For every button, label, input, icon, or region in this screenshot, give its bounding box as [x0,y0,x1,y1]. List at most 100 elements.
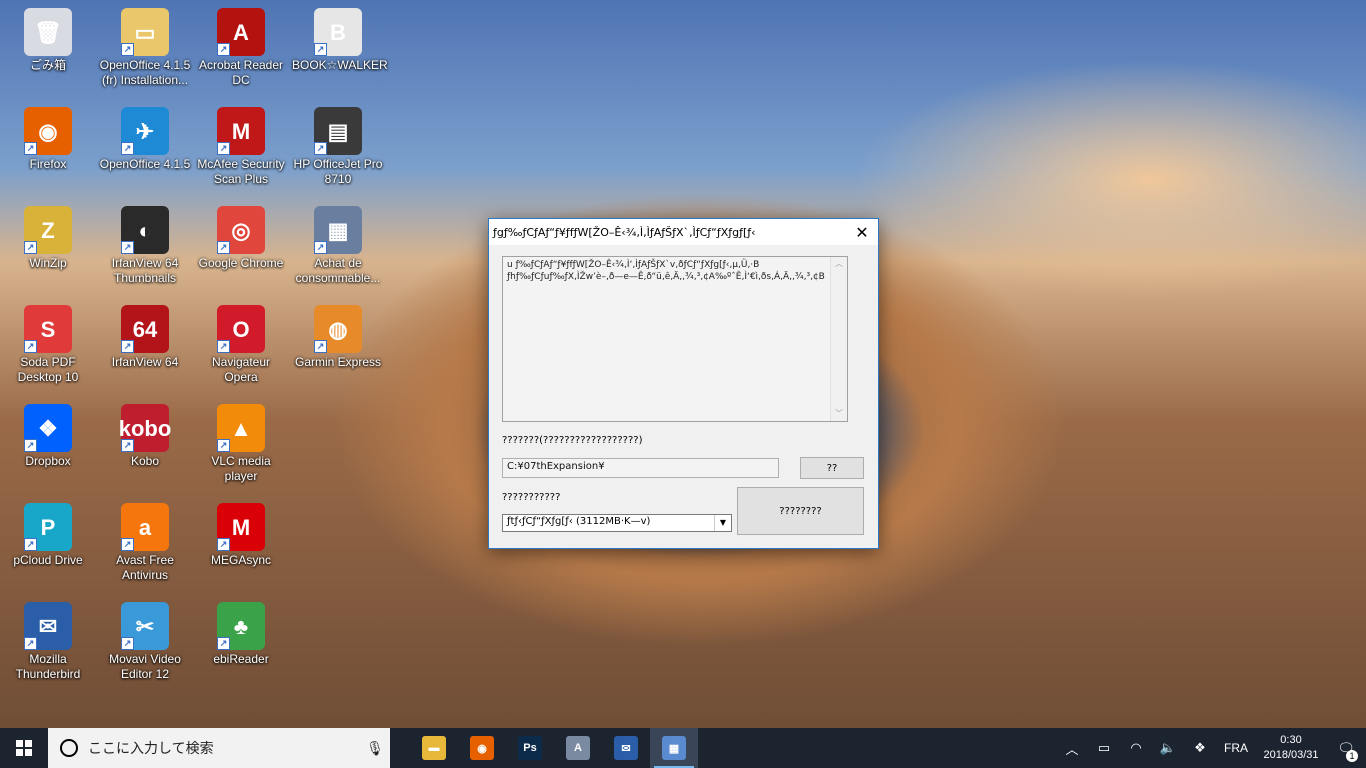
desktop-icon-label: Kobo [130,454,160,468]
desktop-icon[interactable]: M ↗ McAfee Security Scan Plus [195,107,287,187]
shortcut-arrow-icon: ↗ [24,439,37,452]
desktop-icon-label: ebiReader [213,652,269,666]
clock[interactable]: 0:30 2018/03/31 [1256,733,1326,763]
desktop-icon[interactable]: 🗑 ごみ箱 [2,8,94,73]
shortcut-arrow-icon: ↗ [217,538,230,551]
app-icon: ▦ ↗ [314,206,362,254]
shortcut-arrow-icon: ↗ [314,43,327,56]
app-icon: 64 ↗ [121,305,169,353]
desktop-icon[interactable]: ▲ ↗ VLC media player [195,404,287,484]
shortcut-arrow-icon: ↗ [217,142,230,155]
chevron-down-icon[interactable]: ▼ [714,515,731,531]
desktop-icon-label: Firefox [29,157,67,171]
desktop-icon[interactable]: ◐ ↗ IrfanView 64 Thumbnails [99,206,191,286]
message-box[interactable]: u ƒ‰ƒCƒAƒ“ƒ¥ƒfƒW[ŽO–Ê‹¾‚Ì‘‚ÌƒAƒŠƒX`v‚ðƒC… [502,256,848,422]
shortcut-arrow-icon: ↗ [121,241,134,254]
app-icon: ▤ ↗ [314,107,362,155]
desktop-icon[interactable]: ♣ ↗ ebiReader [195,602,287,667]
desktop-icon-label: OpenOffice 4.1.5 [99,157,191,171]
app-icon: ❖ ↗ [24,404,72,452]
desktop-icon[interactable]: M ↗ MEGAsync [195,503,287,568]
desktop-icon[interactable]: ▦ ↗ Achat de consommable... [292,206,384,286]
app-icon: ◎ ↗ [217,206,265,254]
taskbar-app-acrobat[interactable]: A [554,728,602,768]
desktop-icon[interactable]: A ↗ Acrobat Reader DC [195,8,287,88]
shortcut-arrow-icon: ↗ [121,142,134,155]
desktop-icon[interactable]: ❖ ↗ Dropbox [2,404,94,469]
desktop-icon-label: WinZip [29,256,67,270]
desktop-icon[interactable]: O ↗ Navigateur Opera [195,305,287,385]
shortcut-arrow-icon: ↗ [314,241,327,254]
app-icon: B ↗ [314,8,362,56]
app-icon: ◍ ↗ [314,305,362,353]
firefox-icon: ◉ [470,736,494,760]
desktop-icon[interactable]: ◎ ↗ Google Chrome [195,206,287,271]
desktop-icon-label: IrfanView 64 [111,355,179,369]
desktop-icon-label: Navigateur Opera [211,355,271,384]
desktop-icon-label: ごみ箱 [29,58,66,72]
taskbar-app-installer[interactable]: ▦ [650,728,698,768]
desktop-icon[interactable]: a ↗ Avast Free Antivirus [99,503,191,583]
start-button[interactable] [0,728,48,768]
taskbar-app-photoshop[interactable]: Ps [506,728,554,768]
language-indicator[interactable]: FRA [1216,741,1256,755]
microphone-icon[interactable]: 🎙 [360,740,390,757]
message-scrollbar[interactable]: ︿ ﹀ [830,257,847,421]
app-icon: M ↗ [217,107,265,155]
taskbar-search[interactable]: ここに入力して検索 🎙 [48,728,390,768]
app-icon: ✉ ↗ [24,602,72,650]
install-type-select[interactable]: ƒtƒ‹ƒCƒ“ƒXƒg[ƒ‹ (3112MB·K—v) ▼ [502,514,732,532]
desktop-icon[interactable]: ▭ ↗ OpenOffice 4.1.5 (fr) Installation... [99,8,191,88]
shortcut-arrow-icon: ↗ [314,340,327,353]
app-icon: ✈ ↗ [121,107,169,155]
dropbox-tray-icon[interactable]: ❖ [1184,740,1216,756]
desktop-icon[interactable]: ▤ ↗ HP OfficeJet Pro 8710 [292,107,384,187]
shortcut-arrow-icon: ↗ [24,340,37,353]
desktop-icon[interactable]: 64 ↗ IrfanView 64 [99,305,191,370]
shortcut-arrow-icon: ↗ [121,439,134,452]
notification-count: 1 [1346,749,1358,762]
wifi-icon[interactable]: ◠ [1120,740,1152,756]
desktop-icon[interactable]: ✈ ↗ OpenOffice 4.1.5 [99,107,191,172]
app-icon: O ↗ [217,305,265,353]
desktop-icon-label: MEGAsync [210,553,271,567]
desktop-icon-label: pCloud Drive [13,553,83,567]
chevron-up-icon[interactable]: ︿ [1056,739,1088,758]
desktop-icon[interactable]: P ↗ pCloud Drive [2,503,94,568]
install-button[interactable]: ???????? [737,487,864,535]
installer-icon: ▦ [662,736,686,760]
desktop-icon[interactable]: ◉ ↗ Firefox [2,107,94,172]
desktop-icon[interactable]: S ↗ Soda PDF Desktop 10 [2,305,94,385]
desktop-icon-label: BOOK☆WALKER [292,58,388,72]
desktop-icon-label: HP OfficeJet Pro 8710 [293,157,383,186]
install-type-value: ƒtƒ‹ƒCƒ“ƒXƒg[ƒ‹ (3112MB·K—v) [507,516,651,527]
scroll-up-icon[interactable]: ︿ [831,257,847,271]
taskbar-app-file-explorer[interactable]: ▬ [410,728,458,768]
battery-icon[interactable]: ▭ [1088,740,1120,756]
shortcut-arrow-icon: ↗ [121,637,134,650]
close-icon[interactable]: ✕ [846,219,878,245]
browse-button[interactable]: ?? [800,457,864,479]
taskbar-app-thunderbird[interactable]: ✉ [602,728,650,768]
desktop-icon-label: Avast Free Antivirus [116,553,174,582]
desktop-icon-label: VLC media player [211,454,271,483]
desktop-icon[interactable]: Z ↗ WinZip [2,206,94,271]
thunderbird-icon: ✉ [614,736,638,760]
search-placeholder: ここに入力して検索 [88,740,214,756]
desktop-icon[interactable]: kobo ↗ Kobo [99,404,191,469]
desktop-icon[interactable]: B ↗ BOOK☆WALKER [292,8,388,73]
taskbar-app-firefox[interactable]: ◉ [458,728,506,768]
volume-icon[interactable]: 🔈 [1152,740,1184,756]
desktop-icon[interactable]: ◍ ↗ Garmin Express [292,305,384,370]
scroll-down-icon[interactable]: ﹀ [831,407,847,421]
shortcut-arrow-icon: ↗ [121,538,134,551]
dialog-titlebar[interactable]: ƒgƒ‰ƒCƒAƒ“ƒ¥ƒfƒW[ŽO–Ê‹¾‚Ì‚ÌƒAƒŠƒX`‚ÌƒCƒ“… [489,219,878,245]
shortcut-arrow-icon: ↗ [217,241,230,254]
desktop-icon[interactable]: ✉ ↗ Mozilla Thunderbird [2,602,94,682]
shortcut-arrow-icon: ↗ [24,637,37,650]
desktop-icon[interactable]: ✂ ↗ Movavi Video Editor 12 [99,602,191,682]
shortcut-arrow-icon: ↗ [121,43,134,56]
install-path-field[interactable]: C:¥07thExpansion¥ [502,458,779,478]
file-explorer-icon: ▬ [422,736,446,760]
notification-icon[interactable]: 🗨 1 [1326,740,1366,762]
